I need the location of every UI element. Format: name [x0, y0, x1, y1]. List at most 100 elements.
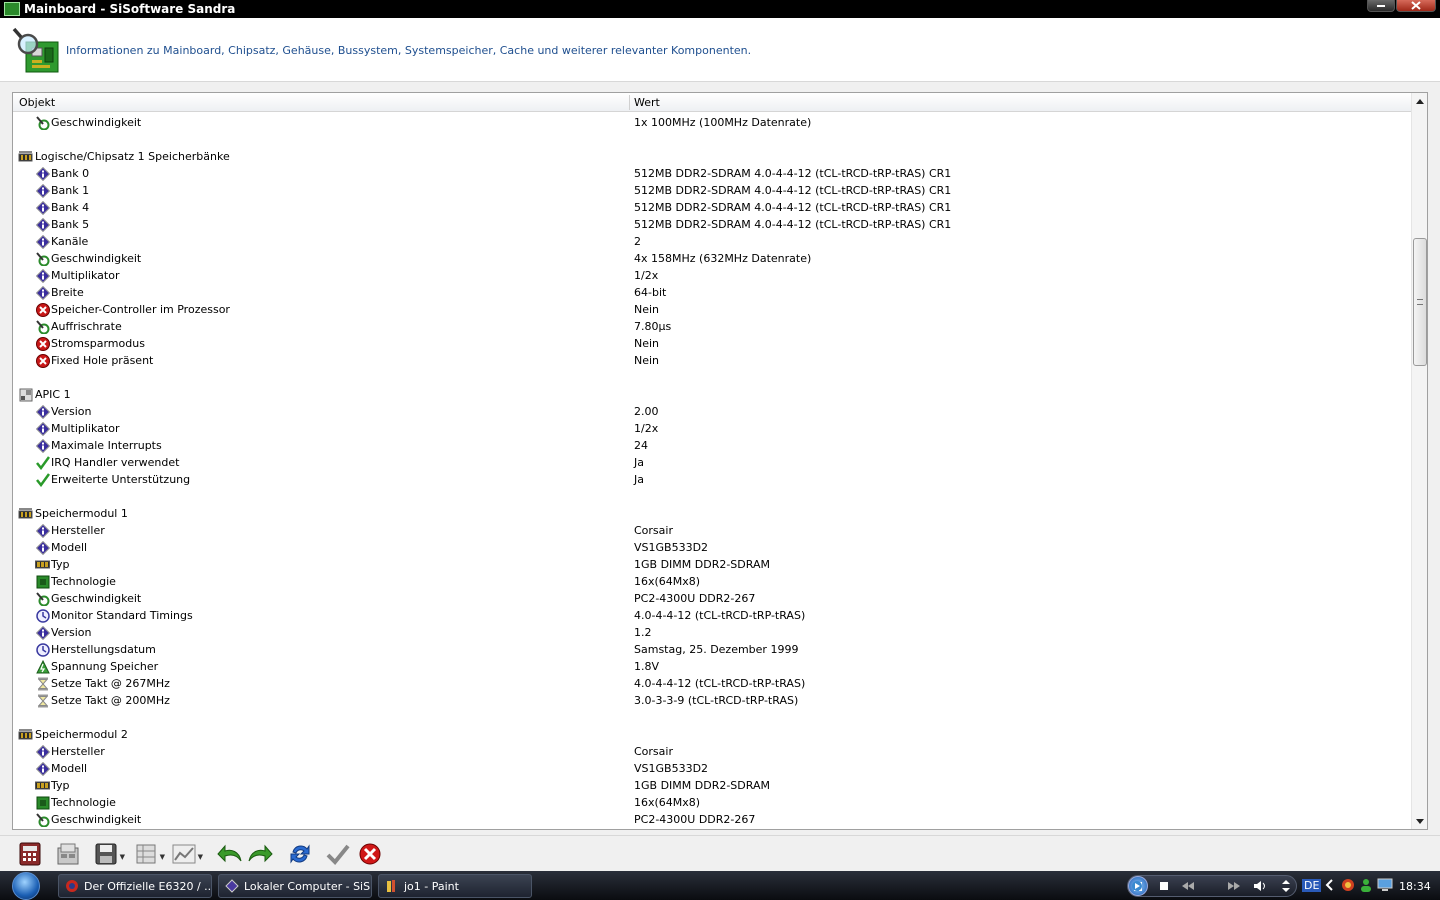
clock[interactable]: 18:34 — [1399, 880, 1431, 893]
table-row[interactable]: Geschwindigkeit 4x 158MHz (632MHz Datenra… — [13, 250, 1411, 267]
table-row[interactable]: Hersteller Corsair — [13, 743, 1411, 760]
table-row[interactable]: Kanäle 2 — [13, 233, 1411, 250]
table-row[interactable]: Multiplikator 1/2x — [13, 420, 1411, 437]
table-row[interactable]: Fixed Hole präsent Nein — [13, 352, 1411, 369]
taskbar-item-sandra[interactable]: Lokaler Computer - SiS... — [218, 874, 372, 898]
details-listview[interactable]: Objekt Wert Geschwindigkeit 1x 100MHz (10… — [12, 92, 1428, 830]
table-row[interactable]: Stromsparmodus Nein — [13, 335, 1411, 352]
table-row[interactable]: Geschwindigkeit PC2-4300U DDR2-267 — [13, 811, 1411, 828]
row-value: 4.0-4-4-12 (tCL-tRCD-tRP-tRAS) — [634, 609, 806, 622]
media-restore-icon[interactable] — [1280, 880, 1292, 892]
group-row[interactable]: Logische/Chipsatz 1 Speicherbänke — [13, 148, 1411, 165]
table-row[interactable]: Version 1.2 — [13, 624, 1411, 641]
table-row[interactable]: Typ 1GB DIMM DDR2-SDRAM — [13, 556, 1411, 573]
row-value: 1.8V — [634, 660, 660, 673]
row-icon — [35, 761, 50, 776]
system-tray: DE 18:34 — [1127, 873, 1440, 899]
scroll-up-button[interactable] — [1412, 93, 1427, 109]
stop-icon[interactable] — [1158, 880, 1170, 892]
group-row[interactable]: Speichermodul 2 — [13, 726, 1411, 743]
table-row[interactable]: Setze Takt @ 200MHz 3.0-3-3-9 (tCL-tRCD-t… — [13, 692, 1411, 709]
info-diamond-icon — [35, 744, 50, 759]
volume-icon[interactable] — [1250, 880, 1272, 892]
minimize-button[interactable] — [1367, 0, 1395, 12]
calculator-icon — [19, 842, 41, 866]
table-row[interactable]: Technologie 16x(64Mx8) — [13, 794, 1411, 811]
media-player-icon[interactable] — [1131, 880, 1143, 892]
compare-button[interactable]: ▼ — [132, 840, 165, 868]
table-row[interactable]: Auffrischrate 7.80µs — [13, 318, 1411, 335]
table-row[interactable]: Multiplikator 1/2x — [13, 267, 1411, 284]
table-row[interactable]: Speicher-Controller im Prozessor Nein — [13, 301, 1411, 318]
compare-dropdown-icon[interactable]: ▼ — [160, 853, 165, 861]
row-label: Erweiterte Unterstützung — [51, 473, 191, 486]
table-row[interactable]: Bank 1 512MB DDR2-SDRAM 4.0-4-4-12 (tCL-t… — [13, 182, 1411, 199]
table-row[interactable]: Monitor Standard Timings 4.0-4-4-12 (tCL-… — [13, 607, 1411, 624]
scroll-thumb[interactable] — [1413, 238, 1427, 366]
table-row[interactable]: Erweiterte Unterstützung Ja — [13, 471, 1411, 488]
chart-dropdown-icon[interactable]: ▼ — [198, 853, 203, 861]
table-row[interactable]: Version 2.00 — [13, 403, 1411, 420]
taskbar-item-e6320[interactable]: Der Offizielle E6320 / ... — [58, 874, 212, 898]
tray-app-icon[interactable] — [1341, 878, 1355, 895]
network-user-icon[interactable] — [1359, 878, 1373, 895]
forward-button[interactable] — [246, 840, 274, 868]
table-row[interactable]: Herstellungsdatum Samstag, 25. Dezember 1… — [13, 641, 1411, 658]
taskbar-item-label: jo1 - Paint — [404, 879, 459, 893]
table-row[interactable]: Technologie 16x(64Mx8) — [13, 573, 1411, 590]
refresh-button[interactable] — [286, 840, 314, 868]
table-row[interactable]: Typ 1GB DIMM DDR2-SDRAM — [13, 777, 1411, 794]
tray-expand-icon[interactable] — [1325, 879, 1333, 894]
row-label: Kanäle — [51, 235, 89, 248]
network-icon[interactable] — [1377, 878, 1393, 895]
row-label: Hersteller — [51, 524, 105, 537]
row-label: Multiplikator — [51, 269, 120, 282]
ok-button[interactable] — [324, 840, 352, 868]
table-row[interactable]: Breite 64-bit — [13, 284, 1411, 301]
checkmark-icon — [326, 844, 350, 865]
options-button[interactable] — [54, 840, 82, 868]
row-label: Setze Takt @ 200MHz — [51, 694, 170, 707]
chart-button[interactable]: ▼ — [170, 840, 203, 868]
table-row[interactable]: Geschwindigkeit 1x 100MHz (100MHz Datenra… — [13, 114, 1411, 131]
table-row[interactable]: Geschwindigkeit PC2-4300U DDR2-267 — [13, 590, 1411, 607]
column-value[interactable]: Wert — [634, 96, 660, 109]
group-row[interactable]: Speichermodul 1 — [13, 505, 1411, 522]
start-button[interactable] — [6, 871, 46, 900]
next-icon[interactable] — [1224, 880, 1244, 892]
row-icon — [35, 200, 50, 215]
back-button[interactable] — [216, 840, 244, 868]
scroll-grip — [1417, 299, 1423, 305]
row-label: Multiplikator — [51, 422, 120, 435]
row-label: Typ — [51, 779, 70, 792]
previous-icon[interactable] — [1178, 880, 1198, 892]
table-row[interactable]: Hersteller Corsair — [13, 522, 1411, 539]
no-x-icon — [35, 353, 50, 368]
row-icon — [35, 778, 50, 793]
table-row[interactable]: Bank 5 512MB DDR2-SDRAM 4.0-4-4-12 (tCL-t… — [13, 216, 1411, 233]
scroll-down-button[interactable] — [1412, 813, 1427, 829]
vertical-scrollbar[interactable] — [1411, 93, 1427, 829]
table-row[interactable]: Setze Takt @ 267MHz 4.0-4-4-12 (tCL-tRCD-… — [13, 675, 1411, 692]
cancel-button[interactable] — [356, 840, 384, 868]
table-row[interactable]: IRQ Handler verwendet Ja — [13, 454, 1411, 471]
save-dropdown-icon[interactable]: ▼ — [120, 853, 125, 861]
save-button[interactable]: ▼ — [92, 840, 125, 868]
table-row[interactable]: Bank 0 512MB DDR2-SDRAM 4.0-4-4-12 (tCL-t… — [13, 165, 1411, 182]
table-row[interactable]: Modell VS1GB533D2 — [13, 760, 1411, 777]
options-icon — [57, 843, 79, 865]
taskbar-item-paint[interactable]: jo1 - Paint — [378, 874, 532, 898]
group-row[interactable]: APIC 1 — [13, 386, 1411, 403]
table-row[interactable]: Spannung Speicher 1.8V — [13, 658, 1411, 675]
minimize-icon — [1377, 4, 1385, 7]
close-button[interactable] — [1396, 0, 1436, 12]
report-wizard-button[interactable] — [16, 840, 44, 868]
column-object[interactable]: Objekt — [19, 96, 55, 109]
table-row[interactable]: Modell VS1GB533D2 — [13, 539, 1411, 556]
table-row[interactable]: Maximale Interrupts 24 — [13, 437, 1411, 454]
row-icon — [35, 421, 50, 436]
column-separator[interactable] — [629, 95, 630, 110]
language-indicator[interactable]: DE — [1302, 879, 1322, 892]
row-value: 1GB DIMM DDR2-SDRAM — [634, 558, 770, 571]
table-row[interactable]: Bank 4 512MB DDR2-SDRAM 4.0-4-4-12 (tCL-t… — [13, 199, 1411, 216]
